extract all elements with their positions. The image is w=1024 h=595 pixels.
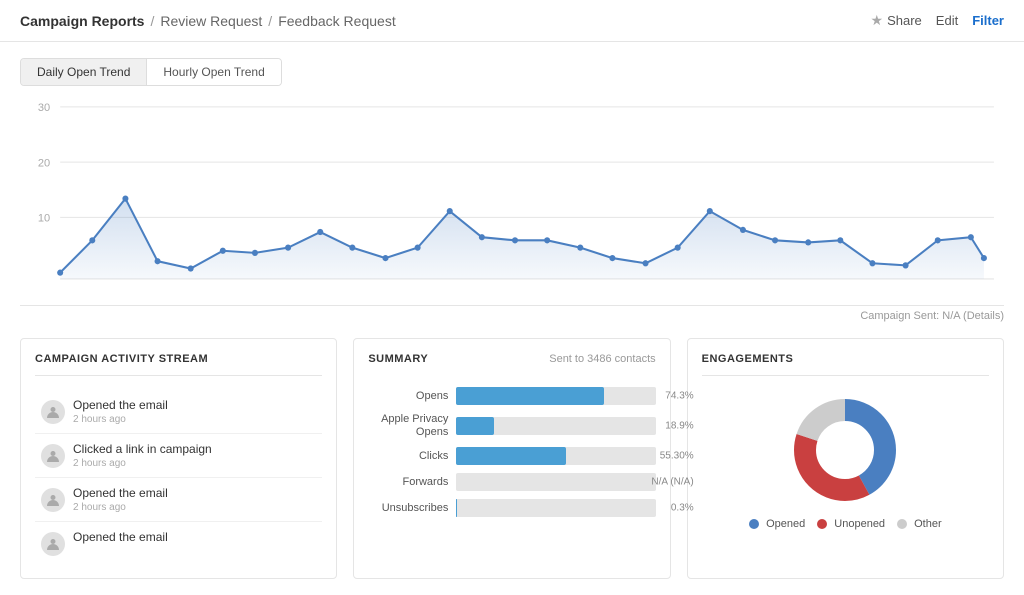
donut-svg <box>785 390 905 510</box>
svg-text:20: 20 <box>38 157 50 169</box>
bar-value-unsub: 0.3% <box>671 503 694 514</box>
legend-other: Other <box>897 518 942 530</box>
activity-stream-panel: CAMPAIGN ACTIVITY STREAM Opened the emai… <box>20 338 337 579</box>
chart-svg: 30 20 10 <box>20 86 1004 305</box>
activity-text: Opened the email <box>73 486 168 500</box>
bar-value-opens: 74.3% <box>665 391 693 402</box>
bar-track-apple: 18.9% <box>456 417 655 435</box>
svg-text:30: 30 <box>38 102 50 114</box>
bar-value-clicks: 55.30% <box>660 451 694 462</box>
bar-fill-unsub <box>456 499 457 517</box>
main-content: Daily Open Trend Hourly Open Trend 30 20… <box>0 42 1024 595</box>
open-trend-chart: 30 20 10 <box>20 86 1004 306</box>
avatar <box>41 488 65 512</box>
breadcrumb-sep-1: / <box>150 13 154 29</box>
bottom-panels: CAMPAIGN ACTIVITY STREAM Opened the emai… <box>20 338 1004 579</box>
summary-row-clicks: Clicks 55.30% <box>368 447 655 465</box>
activity-item: Opened the email 2 hours ago <box>35 478 322 522</box>
header-actions: ★ Share Edit Filter <box>871 12 1004 29</box>
engagements-chart: Opened Unopened Other <box>702 390 989 530</box>
summary-panel: SUMMARY Sent to 3486 contacts Opens 74.3… <box>353 338 670 579</box>
person-icon <box>46 405 60 419</box>
activity-item: Clicked a link in campaign 2 hours ago <box>35 434 322 478</box>
tab-hourly-open-trend[interactable]: Hourly Open Trend <box>147 59 280 85</box>
activity-stream-title: CAMPAIGN ACTIVITY STREAM <box>35 353 322 365</box>
engagements-panel: ENGAGEMENTS <box>687 338 1004 579</box>
breadcrumb-root: Campaign Reports <box>20 13 144 29</box>
person-icon <box>46 493 60 507</box>
activity-text: Opened the email <box>73 398 168 412</box>
engagements-divider <box>702 375 989 376</box>
bar-track-clicks: 55.30% <box>456 447 655 465</box>
summary-title: SUMMARY <box>368 353 428 365</box>
breadcrumb: Campaign Reports / Review Request / Feed… <box>20 13 396 29</box>
engagements-title: ENGAGEMENTS <box>702 353 989 365</box>
legend-dot-other <box>897 519 907 529</box>
bar-fill-opens <box>456 387 604 405</box>
chart-tabs: Daily Open Trend Hourly Open Trend <box>20 58 282 86</box>
svg-text:10: 10 <box>38 212 50 224</box>
activity-time: 2 hours ago <box>73 414 168 425</box>
summary-sent: Sent to 3486 contacts <box>549 353 655 365</box>
donut-legend: Opened Unopened Other <box>749 518 942 530</box>
legend-unopened: Unopened <box>817 518 885 530</box>
avatar <box>41 400 65 424</box>
summary-row-forwards: Forwards N/A (N/A) <box>368 473 655 491</box>
breadcrumb-feedback-request: Feedback Request <box>278 13 396 29</box>
activity-time: 2 hours ago <box>73 458 212 469</box>
tab-daily-open-trend[interactable]: Daily Open Trend <box>21 59 147 85</box>
person-icon <box>46 449 60 463</box>
activity-text: Clicked a link in campaign <box>73 442 212 456</box>
breadcrumb-sep-2: / <box>268 13 272 29</box>
bar-track-forwards: N/A (N/A) <box>456 473 655 491</box>
bar-track-unsub: 0.3% <box>456 499 655 517</box>
bar-value-forwards: N/A (N/A) <box>651 477 693 488</box>
legend-dot-unopened <box>817 519 827 529</box>
activity-item: Opened the email 2 hours ago <box>35 390 322 434</box>
edit-button[interactable]: Edit <box>936 13 958 28</box>
summary-label-apple: Apple Privacy Opens <box>368 413 448 439</box>
summary-label-unsub: Unsubscribes <box>368 502 448 514</box>
activity-divider <box>35 375 322 376</box>
filter-button[interactable]: Filter <box>972 13 1004 28</box>
avatar <box>41 532 65 556</box>
summary-row-apple: Apple Privacy Opens 18.9% <box>368 413 655 439</box>
activity-time: 2 hours ago <box>73 502 168 513</box>
chart-note: Campaign Sent: N/A (Details) <box>20 310 1004 322</box>
bar-fill-clicks <box>456 447 566 465</box>
summary-label-forwards: Forwards <box>368 476 448 488</box>
activity-item: Opened the email <box>35 522 322 564</box>
legend-opened: Opened <box>749 518 805 530</box>
summary-header: SUMMARY Sent to 3486 contacts <box>368 353 655 375</box>
activity-text: Opened the email <box>73 530 168 544</box>
avatar <box>41 444 65 468</box>
summary-row-unsub: Unsubscribes 0.3% <box>368 499 655 517</box>
share-button[interactable]: ★ Share <box>871 12 922 29</box>
star-icon: ★ <box>871 12 884 29</box>
summary-label-opens: Opens <box>368 390 448 402</box>
bar-value-apple: 18.9% <box>665 421 693 432</box>
summary-row-opens: Opens 74.3% <box>368 387 655 405</box>
bar-track-opens: 74.3% <box>456 387 655 405</box>
bar-fill-apple <box>456 417 494 435</box>
header: Campaign Reports / Review Request / Feed… <box>0 0 1024 42</box>
breadcrumb-review-request[interactable]: Review Request <box>160 13 262 29</box>
legend-dot-opened <box>749 519 759 529</box>
donut-center <box>817 422 873 478</box>
person-icon <box>46 537 60 551</box>
summary-label-clicks: Clicks <box>368 450 448 462</box>
